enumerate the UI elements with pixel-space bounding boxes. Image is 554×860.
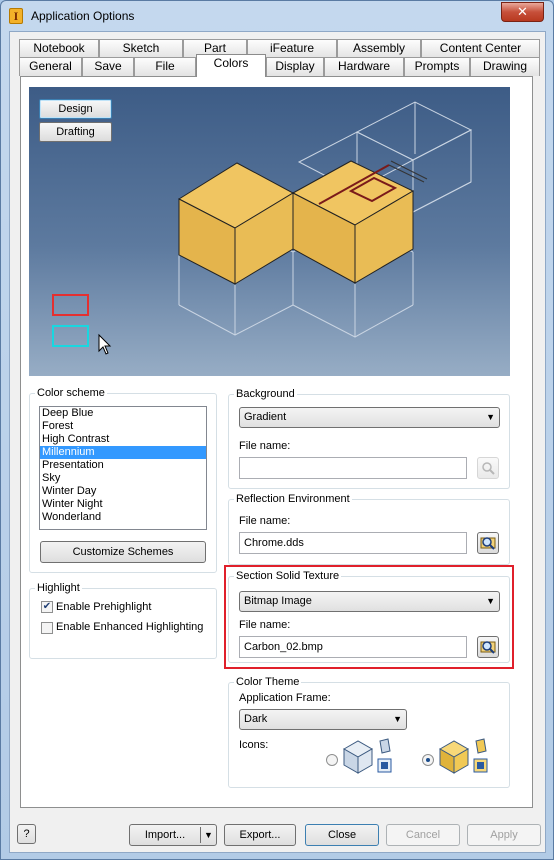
- tab-prompts[interactable]: Prompts: [404, 57, 470, 76]
- section-texture-file-label: File name:: [239, 619, 291, 631]
- color-icon-preview-icon: [438, 738, 488, 774]
- title-bar[interactable]: I Application Options ✕: [1, 1, 553, 31]
- preview-3d-model: [52, 101, 473, 355]
- tab-file[interactable]: File: [134, 57, 196, 76]
- tab-assembly[interactable]: Assembly: [337, 39, 421, 58]
- color-scheme-label: Color scheme: [35, 387, 107, 399]
- import-button[interactable]: Import... ▼: [129, 824, 217, 846]
- list-item-selected[interactable]: Millennium: [40, 446, 206, 459]
- window-title: Application Options: [31, 9, 135, 23]
- tab-notebook[interactable]: Notebook: [19, 39, 99, 58]
- application-frame-label: Application Frame:: [239, 692, 331, 704]
- color-preview-viewport: Design Drafting: [29, 87, 510, 376]
- chevron-down-icon: ▼: [393, 714, 402, 724]
- background-file-input[interactable]: [239, 457, 467, 479]
- enhanced-highlighting-checkbox[interactable]: [41, 622, 53, 634]
- classic-icon-preview-icon: [342, 738, 392, 774]
- background-type-value: Gradient: [244, 411, 287, 423]
- tab-display[interactable]: Display: [266, 57, 324, 76]
- import-label: Import...: [144, 829, 186, 841]
- chevron-down-icon: ▼: [486, 412, 495, 422]
- highlight-label: Highlight: [35, 582, 82, 594]
- reflection-label: Reflection Environment: [234, 493, 352, 505]
- tab-sketch[interactable]: Sketch: [99, 39, 183, 58]
- list-item[interactable]: High Contrast: [40, 433, 206, 446]
- section-texture-browse-button[interactable]: [477, 636, 499, 658]
- tab-save[interactable]: Save: [82, 57, 134, 76]
- customize-schemes-button[interactable]: Customize Schemes: [40, 541, 206, 563]
- list-item[interactable]: Winter Night: [40, 498, 206, 511]
- tab-content-center[interactable]: Content Center: [421, 39, 540, 58]
- icons-label: Icons:: [239, 739, 269, 751]
- chevron-down-icon[interactable]: ▼: [204, 825, 213, 845]
- list-item[interactable]: Sky: [40, 472, 206, 485]
- close-button[interactable]: Close: [305, 824, 379, 846]
- import-divider: [200, 827, 201, 843]
- enhanced-highlighting-label: Enable Enhanced Highlighting: [56, 621, 204, 633]
- reflection-file-input[interactable]: Chrome.dds: [239, 532, 467, 554]
- browse-folder-icon: [480, 641, 496, 654]
- list-item[interactable]: Deep Blue: [40, 407, 206, 420]
- reflection-file-label: File name:: [239, 515, 291, 527]
- section-texture-value: Bitmap Image: [244, 595, 312, 607]
- help-button[interactable]: ?: [17, 824, 36, 844]
- inventor-app-icon: I: [9, 8, 23, 24]
- chevron-down-icon: ▼: [486, 596, 495, 606]
- list-item[interactable]: Forest: [40, 420, 206, 433]
- section-texture-label: Section Solid Texture: [234, 570, 342, 582]
- list-item[interactable]: Wonderland: [40, 511, 206, 524]
- icons-classic-radio[interactable]: [326, 754, 338, 766]
- tab-colors[interactable]: Colors: [196, 54, 266, 77]
- export-button[interactable]: Export...: [224, 824, 296, 846]
- tab-drawing[interactable]: Drawing: [470, 57, 540, 76]
- section-texture-dropdown[interactable]: Bitmap Image ▼: [239, 591, 500, 612]
- section-texture-file-input[interactable]: Carbon_02.bmp: [239, 636, 467, 658]
- color-theme-label: Color Theme: [234, 676, 302, 688]
- tab-hardware[interactable]: Hardware: [324, 57, 404, 76]
- browse-folder-icon: [480, 537, 496, 550]
- icons-color-radio[interactable]: [422, 754, 434, 766]
- reflection-browse-button[interactable]: [477, 532, 499, 554]
- application-frame-dropdown[interactable]: Dark ▼: [239, 709, 407, 730]
- background-label: Background: [234, 388, 297, 400]
- application-frame-value: Dark: [244, 713, 268, 725]
- apply-button[interactable]: Apply: [467, 824, 541, 846]
- prehighlight-checkbox[interactable]: ✔: [41, 601, 53, 613]
- list-item[interactable]: Winter Day: [40, 485, 206, 498]
- cancel-button[interactable]: Cancel: [386, 824, 460, 846]
- background-file-label: File name:: [239, 440, 291, 452]
- background-browse-button[interactable]: [477, 457, 499, 479]
- browse-folder-icon: [482, 462, 495, 475]
- close-window-button[interactable]: ✕: [501, 2, 544, 22]
- list-item[interactable]: Presentation: [40, 459, 206, 472]
- color-scheme-list[interactable]: Deep Blue Forest High Contrast Millenniu…: [39, 406, 207, 530]
- prehighlight-label: Enable Prehighlight: [56, 601, 152, 613]
- tab-general[interactable]: General: [19, 57, 82, 76]
- background-type-dropdown[interactable]: Gradient ▼: [239, 407, 500, 428]
